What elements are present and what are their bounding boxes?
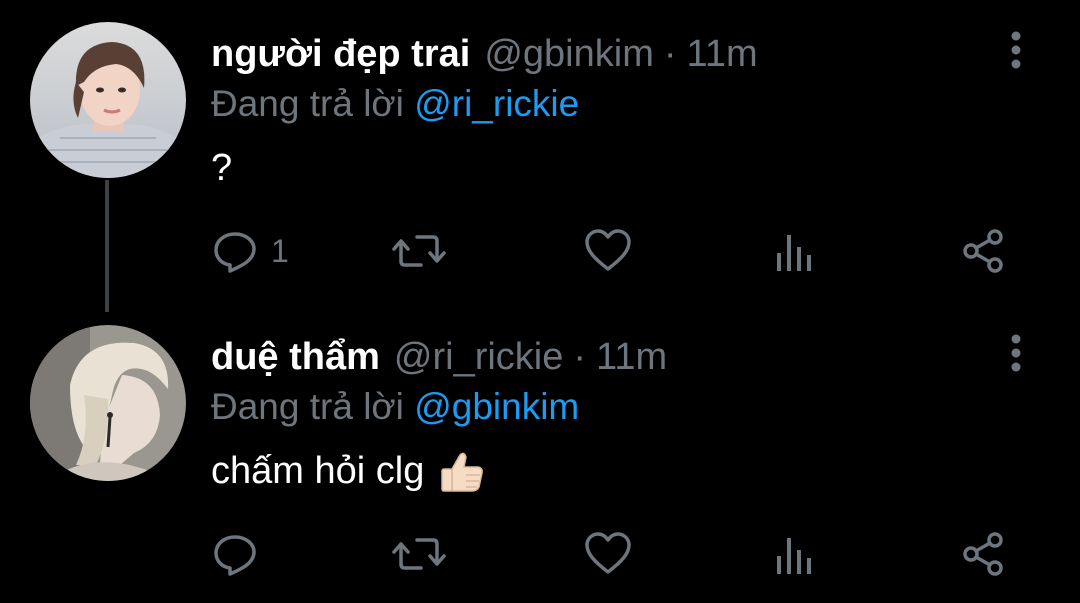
display-name[interactable]: duệ thẩm bbox=[211, 335, 380, 379]
tweet-text-content: chấm hỏi clg bbox=[211, 450, 425, 492]
replying-to-label: Đang trả lời bbox=[211, 83, 415, 124]
timestamp[interactable]: 11m bbox=[596, 335, 667, 379]
tweet-text-content: ? bbox=[211, 147, 233, 189]
avatar[interactable] bbox=[30, 325, 186, 481]
like-button[interactable] bbox=[583, 226, 633, 276]
timestamp[interactable]: 11m bbox=[687, 32, 758, 76]
user-handle[interactable]: @gbinkim bbox=[484, 32, 654, 76]
reply-count: 1 bbox=[271, 232, 289, 269]
more-vertical-icon bbox=[1011, 334, 1021, 372]
tweet-text: chấm hỏi clg bbox=[211, 447, 486, 495]
retweet-button[interactable] bbox=[391, 226, 447, 276]
analytics-button[interactable] bbox=[773, 226, 817, 276]
tweet-header: duệ thẩm @ri_rickie · 11m bbox=[211, 335, 667, 379]
tweet-actions bbox=[211, 529, 1021, 579]
analytics-icon bbox=[777, 235, 811, 271]
reply-mention-link[interactable]: @ri_rickie bbox=[414, 83, 579, 124]
share-icon bbox=[963, 229, 1003, 273]
separator-dot: · bbox=[573, 336, 587, 378]
analytics-icon bbox=[777, 538, 811, 574]
retweet-button[interactable] bbox=[391, 529, 447, 579]
avatar[interactable] bbox=[30, 22, 186, 178]
replying-to: Đang trả lời @ri_rickie bbox=[211, 82, 579, 126]
analytics-button[interactable] bbox=[773, 529, 817, 579]
tweet[interactable]: người đẹp trai @gbinkim · 11m Đang trả l… bbox=[0, 0, 1080, 300]
thumbs-up-icon bbox=[438, 447, 486, 495]
heart-icon bbox=[585, 532, 631, 574]
more-options-button[interactable] bbox=[1000, 30, 1032, 70]
tweet-header: người đẹp trai @gbinkim · 11m bbox=[211, 32, 758, 76]
share-button[interactable] bbox=[959, 529, 1007, 579]
display-name[interactable]: người đẹp trai bbox=[211, 32, 470, 76]
tweet-actions: 1 bbox=[211, 226, 1021, 276]
reply-icon bbox=[214, 535, 256, 576]
reply-thread: người đẹp trai @gbinkim · 11m Đang trả l… bbox=[0, 0, 1080, 600]
reply-icon bbox=[214, 232, 256, 273]
tweet[interactable]: duệ thẩm @ri_rickie · 11m Đang trả lời @… bbox=[0, 303, 1080, 603]
reply-button[interactable]: 1 bbox=[211, 226, 289, 276]
like-button[interactable] bbox=[583, 529, 633, 579]
reply-mention-link[interactable]: @gbinkim bbox=[414, 386, 579, 427]
replying-to-label: Đang trả lời bbox=[211, 386, 415, 427]
user-handle[interactable]: @ri_rickie bbox=[394, 335, 563, 379]
retweet-icon bbox=[392, 538, 446, 570]
heart-icon bbox=[585, 229, 631, 271]
more-options-button[interactable] bbox=[1000, 333, 1032, 373]
replying-to: Đang trả lời @gbinkim bbox=[211, 385, 579, 429]
separator-dot: · bbox=[663, 33, 677, 75]
retweet-icon bbox=[392, 235, 446, 267]
share-button[interactable] bbox=[959, 226, 1007, 276]
share-icon bbox=[963, 532, 1003, 576]
tweet-text: ? bbox=[211, 144, 232, 192]
reply-button[interactable] bbox=[211, 529, 271, 579]
more-vertical-icon bbox=[1011, 31, 1021, 69]
